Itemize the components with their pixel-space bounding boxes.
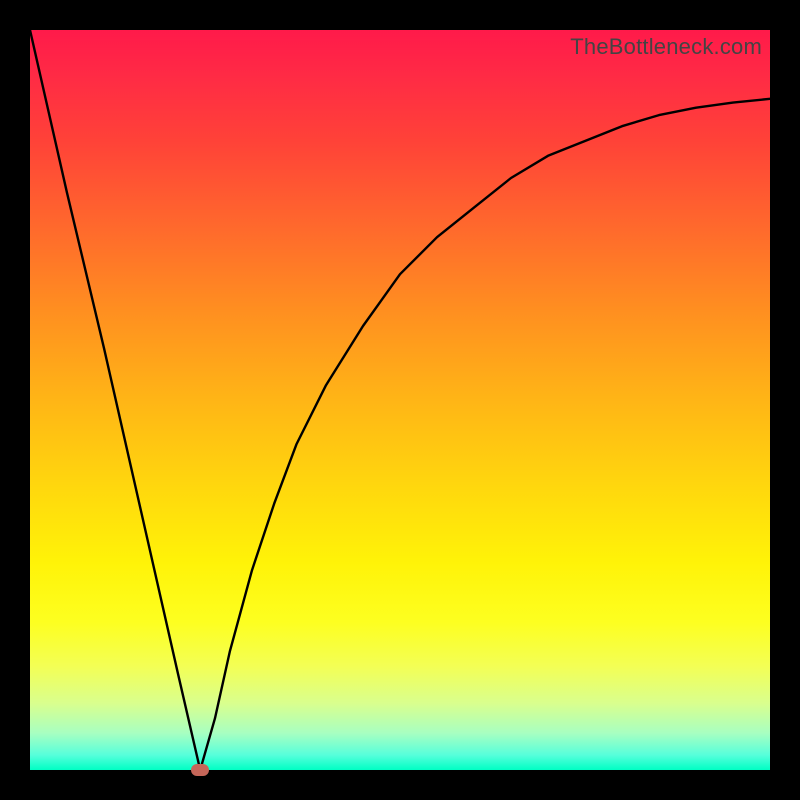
curve-path xyxy=(30,30,770,770)
minimum-marker xyxy=(191,764,209,776)
plot-area: TheBottleneck.com xyxy=(30,30,770,770)
bottleneck-curve xyxy=(30,30,770,770)
chart-frame: TheBottleneck.com xyxy=(0,0,800,800)
